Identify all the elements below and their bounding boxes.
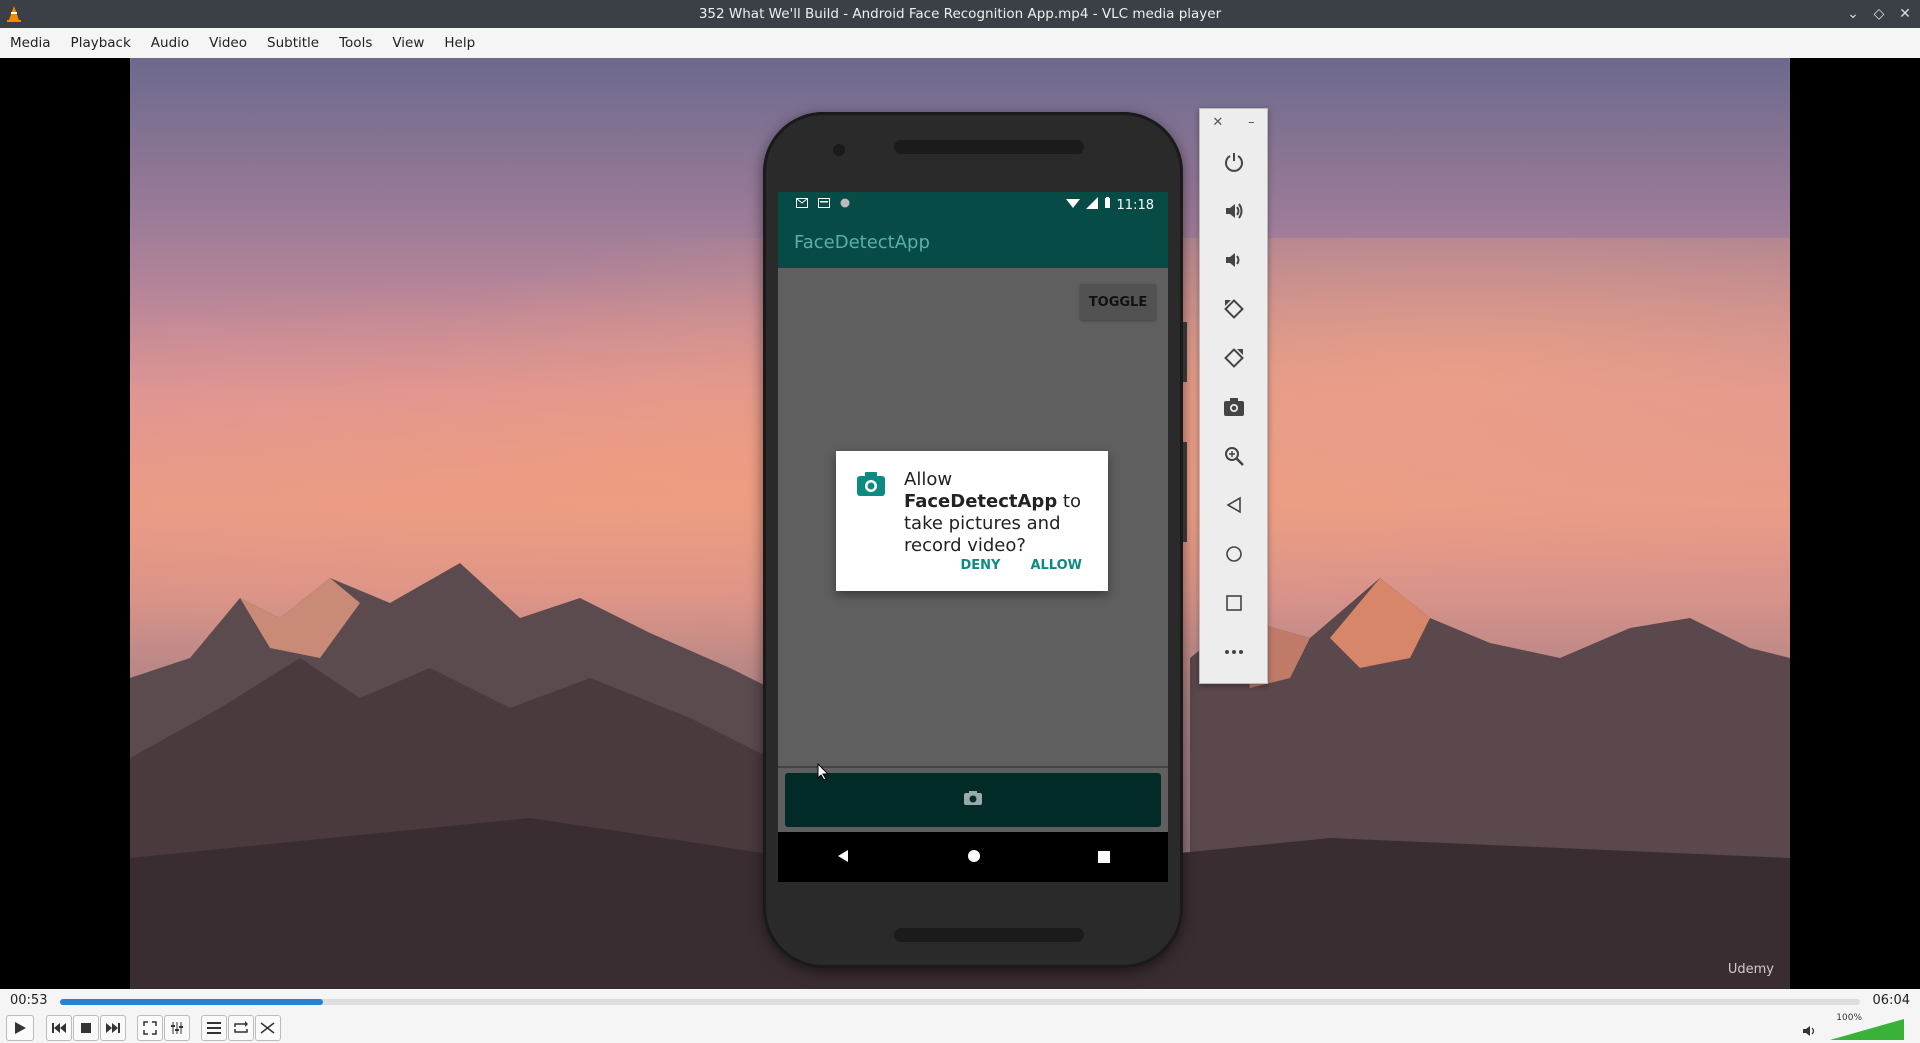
phone-frame: 11:18 FaceDetectApp TOGGLE Allow FaceDet… (763, 112, 1187, 968)
elapsed-time: 00:53 (10, 993, 48, 1008)
volume-down-icon[interactable] (1200, 235, 1267, 284)
total-time: 06:04 (1872, 993, 1910, 1008)
play-button[interactable] (6, 1015, 34, 1041)
video-area[interactable]: Udemy 11:18 FaceDetectApp TOGGLE Allow F… (0, 58, 1920, 989)
menu-tools[interactable]: Tools (329, 35, 382, 51)
close-icon[interactable]: ✕ (1896, 5, 1914, 23)
app-bar: FaceDetectApp (778, 218, 1168, 268)
mail-icon (796, 197, 808, 212)
stop-button[interactable] (73, 1015, 99, 1041)
allow-button[interactable]: ALLOW (1030, 558, 1082, 573)
camera-icon (963, 790, 983, 810)
calendar-icon (818, 197, 830, 212)
rotate-left-icon[interactable] (1200, 284, 1267, 333)
seek-progress (60, 999, 323, 1005)
deny-button[interactable]: DENY (960, 558, 1000, 573)
menu-audio[interactable]: Audio (141, 35, 199, 51)
zoom-icon[interactable] (1200, 431, 1267, 480)
title-bar: 352 What We'll Build - Android Face Reco… (0, 0, 1920, 28)
app-title: FaceDetectApp (794, 232, 930, 253)
permission-dialog: Allow FaceDetectApp to take pictures and… (836, 451, 1108, 591)
next-button[interactable] (100, 1015, 126, 1041)
previous-button[interactable] (46, 1015, 72, 1041)
toggle-button[interactable]: TOGGLE (1080, 284, 1156, 320)
menu-video[interactable]: Video (199, 35, 257, 51)
overview-icon[interactable] (1200, 578, 1267, 627)
divider (778, 766, 1168, 768)
power-icon[interactable] (1200, 137, 1267, 186)
speaker-icon[interactable] (1802, 1023, 1818, 1042)
wifi-icon (1065, 197, 1080, 213)
bottom-speaker (894, 928, 1084, 942)
menu-media[interactable]: Media (0, 35, 61, 51)
seek-row: 00:53 06:04 (0, 989, 1920, 1011)
playlist-button[interactable] (201, 1015, 227, 1041)
top-speaker (894, 140, 1084, 154)
sync-icon (840, 197, 850, 212)
udemy-watermark: Udemy (1727, 962, 1774, 977)
dialog-message: Allow FaceDetectApp to take pictures and… (904, 469, 1081, 556)
phone-screen: 11:18 FaceDetectApp TOGGLE Allow FaceDet… (778, 192, 1168, 882)
fullscreen-button[interactable] (137, 1015, 163, 1041)
volume-control[interactable]: 100% (1802, 1013, 1912, 1042)
shuffle-button[interactable] (255, 1015, 281, 1041)
home-icon[interactable] (1200, 529, 1267, 578)
window-title: 352 What We'll Build - Android Face Reco… (698, 6, 1222, 22)
status-time: 11:18 (1116, 197, 1154, 213)
loop-button[interactable] (228, 1015, 254, 1041)
android-nav-bar (778, 832, 1168, 882)
power-side-button (1183, 322, 1187, 382)
mouse-cursor-icon (817, 762, 830, 785)
menu-view[interactable]: View (382, 35, 434, 51)
emulator-toolbar: ✕ – (1199, 108, 1268, 684)
nav-home-icon[interactable] (967, 848, 981, 867)
menu-subtitle[interactable]: Subtitle (257, 35, 329, 51)
nav-back-icon[interactable] (836, 848, 850, 867)
more-icon[interactable] (1200, 627, 1267, 676)
seek-slider[interactable] (60, 999, 1860, 1005)
signal-icon (1085, 197, 1098, 213)
volume-slider[interactable] (1830, 1019, 1904, 1041)
menu-playback[interactable]: Playback (61, 35, 141, 51)
camera-icon (856, 471, 886, 501)
capture-button[interactable] (785, 773, 1161, 827)
maximize-icon[interactable]: ◇ (1870, 5, 1888, 23)
emulator-close-icon[interactable]: ✕ (1212, 115, 1223, 130)
nav-overview-icon[interactable] (1097, 848, 1110, 867)
front-camera (833, 144, 845, 156)
volume-side-button (1183, 442, 1187, 542)
control-bar: 100% (0, 1011, 1920, 1043)
extended-settings-button[interactable] (164, 1015, 190, 1041)
android-status-bar: 11:18 (778, 192, 1168, 218)
volume-up-icon[interactable] (1200, 186, 1267, 235)
screenshot-icon[interactable] (1200, 382, 1267, 431)
rotate-right-icon[interactable] (1200, 333, 1267, 382)
back-icon[interactable] (1200, 480, 1267, 529)
menu-bar: Media Playback Audio Video Subtitle Tool… (0, 28, 1920, 58)
menu-help[interactable]: Help (434, 35, 485, 51)
battery-icon (1104, 197, 1111, 213)
emulator-minimize-icon[interactable]: – (1248, 115, 1255, 130)
minimize-icon[interactable]: ⌄ (1844, 5, 1862, 23)
